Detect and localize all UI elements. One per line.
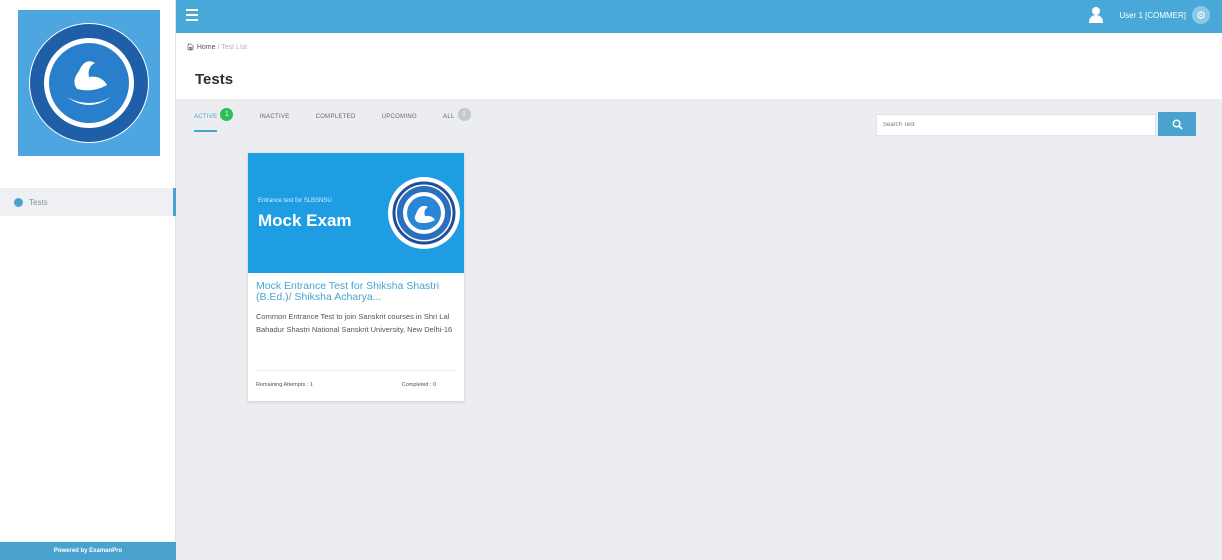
user-icon bbox=[1089, 7, 1104, 23]
sidebar: Tests Powered by ExamanPro bbox=[0, 0, 176, 560]
test-title[interactable]: Mock Entrance Test for Shiksha Shastri (… bbox=[256, 281, 458, 304]
banner-logo bbox=[388, 177, 460, 249]
test-description: Common Entrance Test to join Sanskrit co… bbox=[256, 312, 453, 334]
breadcrumb: 🏠︎ Home / Test List bbox=[186, 43, 247, 51]
completed-value: 0 bbox=[432, 382, 436, 388]
university-logo bbox=[18, 10, 160, 156]
card-footer: Remaining Attempts : 1 Completed : 0 bbox=[256, 382, 456, 388]
menu-toggle-icon[interactable] bbox=[186, 9, 198, 21]
breadcrumb-current: Test List bbox=[221, 44, 247, 51]
topbar: User 1 [COMMER] ⚙ bbox=[176, 0, 1222, 33]
tab-all-label: All bbox=[443, 114, 455, 120]
tab-completed-label: Completed bbox=[315, 114, 356, 120]
completed-count: Completed : 0 bbox=[402, 382, 436, 388]
tab-upcoming[interactable]: Upcoming bbox=[382, 114, 417, 120]
banner-subtitle: Entrance test for SLBSNSU bbox=[258, 198, 332, 204]
tab-upcoming-label: Upcoming bbox=[381, 114, 418, 120]
home-icon: 🏠︎ bbox=[186, 44, 195, 51]
completed-label: Completed : bbox=[401, 382, 432, 388]
remaining-attempts-value: 1 bbox=[309, 382, 313, 388]
tab-inactive[interactable]: Inactive bbox=[259, 114, 289, 120]
tests-icon bbox=[14, 197, 23, 207]
breadcrumb-separator: / bbox=[217, 44, 220, 51]
banner-title: Mock Exam bbox=[258, 211, 352, 230]
powered-by[interactable]: Powered by ExamanPro bbox=[0, 542, 176, 560]
test-banner: Entrance test for SLBSNSU Mock Exam bbox=[248, 153, 464, 273]
tab-all[interactable]: All 1 bbox=[443, 107, 471, 121]
search-icon bbox=[1172, 119, 1183, 130]
settings-gear-icon[interactable]: ⚙ bbox=[1192, 6, 1210, 24]
user-menu[interactable]: User 1 [COMMER] bbox=[1089, 7, 1186, 23]
tab-inactive-label: Inactive bbox=[259, 114, 290, 120]
search-button[interactable] bbox=[1158, 112, 1196, 136]
card-divider bbox=[256, 370, 456, 371]
test-card[interactable]: Entrance test for SLBSNSU Mock Exam Mock… bbox=[248, 153, 464, 401]
tab-active[interactable]: Active 1 bbox=[194, 107, 234, 132]
sidebar-item-tests[interactable]: Tests bbox=[0, 188, 176, 216]
remaining-attempts: Remaining Attempts : 1 bbox=[256, 382, 313, 388]
test-tabs: Active 1 Inactive Completed Upcoming All… bbox=[194, 102, 497, 132]
page-header: 🏠︎ Home / Test List Tests bbox=[176, 33, 1222, 99]
page-title: Tests bbox=[195, 71, 234, 88]
tab-completed[interactable]: Completed bbox=[316, 114, 356, 120]
tab-active-label: Active bbox=[194, 114, 218, 120]
breadcrumb-home[interactable]: Home bbox=[197, 44, 216, 51]
sidebar-item-label: Tests bbox=[29, 197, 48, 207]
search-input[interactable] bbox=[876, 114, 1156, 136]
tab-all-count-badge: 1 bbox=[457, 107, 471, 121]
remaining-attempts-label: Remaining Attempts : bbox=[256, 382, 309, 388]
tab-active-count-badge: 1 bbox=[220, 107, 234, 121]
user-name: User 1 [COMMER] bbox=[1119, 10, 1186, 20]
